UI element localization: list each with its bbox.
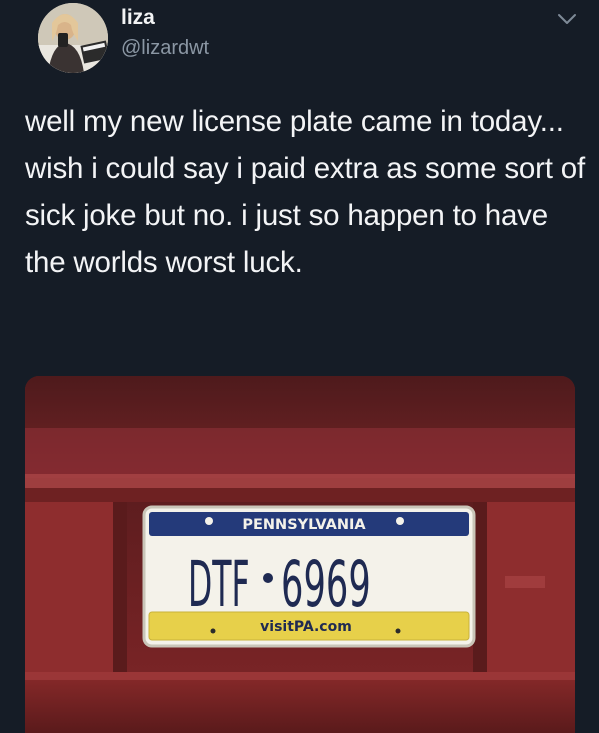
bolt-icon-right <box>396 517 404 525</box>
tweet-text: well my new license plate came in today.… <box>25 105 585 279</box>
screw-icon-right <box>395 628 401 634</box>
plate-website: visitPA.com <box>260 619 352 635</box>
tweet-card: liza @lizardwt well my new license plate… <box>0 0 599 733</box>
avatar[interactable] <box>38 3 108 73</box>
display-name[interactable]: liza <box>121 6 155 30</box>
bolt-icon-left <box>205 517 213 525</box>
screw-icon-left <box>210 628 216 634</box>
profile-photo-image <box>38 3 108 73</box>
plate-number-right: 6969 <box>281 549 371 622</box>
plate-dot-separator <box>263 573 273 583</box>
license-plate-photo: PENNSYLVANIA DTF 6969 visitPA.com <box>25 376 575 733</box>
plate-number-left: DTF <box>188 548 250 621</box>
chevron-down-icon[interactable] <box>556 8 578 30</box>
license-plate: PENNSYLVANIA DTF 6969 visitPA.com <box>142 505 476 648</box>
tweet-photo[interactable]: PENNSYLVANIA DTF 6969 visitPA.com <box>25 376 575 733</box>
plate-state: PENNSYLVANIA <box>242 517 366 533</box>
user-handle[interactable]: @lizardwt <box>121 37 209 60</box>
